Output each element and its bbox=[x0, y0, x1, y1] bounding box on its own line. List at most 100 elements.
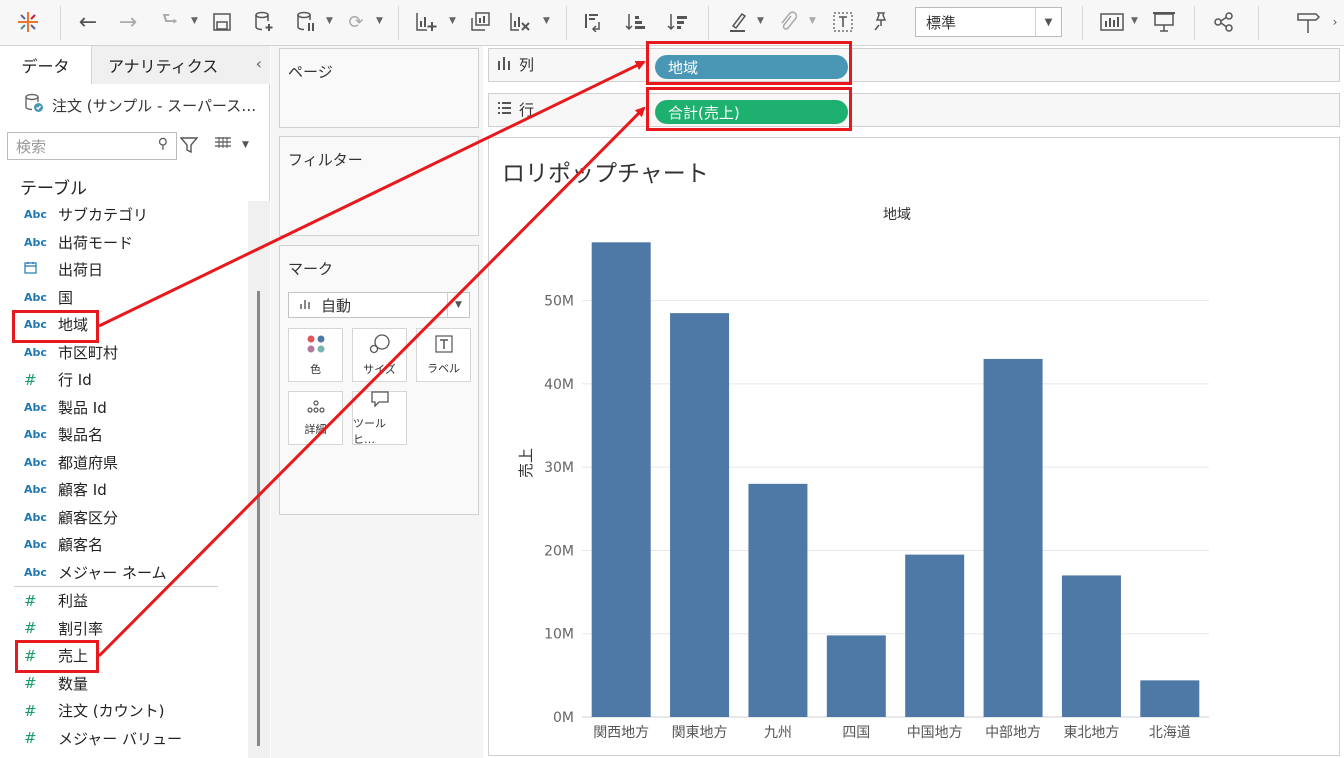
show-me-icon[interactable] bbox=[1294, 8, 1322, 36]
columns-shelf[interactable]: 列 地域 bbox=[488, 48, 1340, 82]
pages-title: ページ bbox=[288, 63, 333, 81]
chevron-right-icon[interactable]: › bbox=[1328, 8, 1342, 36]
mark-type-dropdown[interactable]: 自動 ▼ bbox=[288, 292, 470, 318]
chevron-down-icon[interactable]: ▼ bbox=[1131, 16, 1138, 26]
field-item[interactable]: Abc 地域 bbox=[0, 311, 248, 339]
field-item[interactable]: Abc メジャー ネーム bbox=[0, 559, 248, 587]
filter-icon[interactable] bbox=[179, 136, 199, 158]
x-tick-label[interactable]: 東北地方 bbox=[1063, 725, 1119, 741]
replay-icon[interactable]: ⮑ bbox=[154, 8, 186, 36]
undo-icon[interactable]: ← bbox=[74, 8, 102, 36]
save-icon[interactable] bbox=[208, 8, 236, 36]
field-item[interactable]: Abc 市区町村 bbox=[0, 339, 248, 367]
x-tick-label[interactable]: 北海道 bbox=[1149, 725, 1191, 741]
columns-pill[interactable]: 地域 bbox=[655, 55, 848, 79]
sort-descending-icon[interactable] bbox=[664, 8, 692, 36]
sort-ascending-icon[interactable] bbox=[622, 8, 650, 36]
bar[interactable] bbox=[1140, 680, 1200, 717]
chevron-down-icon[interactable]: ▼ bbox=[543, 16, 550, 26]
field-item[interactable]: # 売上 bbox=[0, 642, 248, 670]
toolbar: ← → ⮑ ▼ ▼ ⟳ ▼ ▼ ▼ ▼ ▼ 標準 ▼ ▼ › bbox=[0, 0, 1344, 46]
presentation-mode-icon[interactable] bbox=[1150, 8, 1178, 36]
group-members-icon[interactable] bbox=[774, 8, 802, 36]
bar[interactable] bbox=[670, 313, 730, 717]
bar-chart[interactable]: 0M 10M 20M 30M 40M 50M 関西地方 関東地方 九州 四国 中国地方 中部地方 東北地… bbox=[489, 138, 1341, 757]
chevron-down-icon[interactable]: ▼ bbox=[809, 16, 816, 26]
size-button[interactable]: サイズ bbox=[352, 328, 407, 382]
label-button[interactable]: ラベル bbox=[416, 328, 471, 382]
rows-pill[interactable]: 合計(売上) bbox=[655, 100, 848, 124]
x-tick-label[interactable]: 四国 bbox=[842, 725, 870, 741]
show-labels-icon[interactable] bbox=[829, 8, 857, 36]
tooltip-button[interactable]: ツールヒ… bbox=[352, 390, 407, 446]
date-type-icon bbox=[24, 261, 58, 278]
bar[interactable] bbox=[591, 242, 651, 717]
tab-analytics[interactable]: アナリティクス ‹ bbox=[91, 46, 270, 84]
x-tick-label[interactable]: 関西地方 bbox=[593, 725, 649, 741]
chevron-down-icon[interactable]: ▼ bbox=[191, 16, 198, 26]
highlight-pen-icon[interactable] bbox=[724, 8, 752, 36]
clear-sheet-icon[interactable] bbox=[506, 8, 534, 36]
x-tick-label[interactable]: 九州 bbox=[764, 725, 792, 741]
bar[interactable] bbox=[826, 635, 886, 717]
x-tick-label[interactable]: 関東地方 bbox=[672, 725, 728, 741]
field-item[interactable]: 出荷日 bbox=[0, 256, 248, 284]
field-label: 行 Id bbox=[58, 371, 92, 390]
detail-button[interactable]: 詳細 bbox=[288, 391, 343, 445]
field-item[interactable]: Abc 顧客 Id bbox=[0, 476, 248, 504]
chevron-down-icon[interactable]: ▼ bbox=[326, 16, 333, 26]
redo-icon[interactable]: → bbox=[114, 8, 142, 36]
field-item[interactable]: Abc 国 bbox=[0, 284, 248, 312]
field-item[interactable]: # 割引率 bbox=[0, 615, 248, 643]
tableau-logo-icon[interactable] bbox=[14, 8, 42, 36]
x-tick-label[interactable]: 中国地方 bbox=[907, 725, 963, 741]
pause-updates-icon[interactable] bbox=[292, 8, 320, 36]
tab-data[interactable]: データ bbox=[0, 46, 91, 84]
field-item[interactable]: Abc 顧客区分 bbox=[0, 504, 248, 532]
field-item[interactable]: Abc 顧客名 bbox=[0, 531, 248, 559]
field-label: 国 bbox=[58, 288, 74, 307]
chevron-down-icon[interactable]: ▼ bbox=[757, 16, 764, 26]
field-search-input[interactable]: 検索 ⚲ bbox=[7, 132, 177, 160]
field-item[interactable]: Abc 製品名 bbox=[0, 421, 248, 449]
chevron-down-icon[interactable]: ▼ bbox=[449, 16, 456, 26]
color-button[interactable]: 色 bbox=[288, 328, 343, 382]
chevron-down-icon[interactable]: ▼ bbox=[376, 16, 383, 26]
refresh-icon[interactable]: ⟳ bbox=[342, 8, 370, 36]
field-list: Abc サブカテゴリ Abc 出荷モード 出荷日 Abc 国 Abc 地域 Abc 市区町村 # 行 I… bbox=[0, 201, 248, 752]
field-item[interactable]: # 注文 (カウント) bbox=[0, 697, 248, 725]
field-item[interactable]: Abc 出荷モード bbox=[0, 229, 248, 257]
filters-card[interactable]: フィルター bbox=[279, 136, 479, 236]
new-datasource-icon[interactable] bbox=[250, 8, 278, 36]
pages-card[interactable]: ページ bbox=[279, 48, 479, 128]
share-icon[interactable] bbox=[1210, 8, 1238, 36]
swap-axes-icon[interactable] bbox=[580, 8, 608, 36]
string-type-icon: Abc bbox=[24, 208, 47, 222]
y-tick-label: 10M bbox=[544, 627, 574, 643]
field-item[interactable]: Abc サブカテゴリ bbox=[0, 201, 248, 229]
field-item[interactable]: # メジャー バリュー bbox=[0, 725, 248, 753]
field-label: メジャー ネーム bbox=[58, 563, 167, 582]
duplicate-icon[interactable] bbox=[466, 8, 494, 36]
chevron-down-icon[interactable]: ▼ bbox=[242, 140, 249, 150]
bar[interactable] bbox=[983, 358, 1043, 717]
rows-shelf[interactable]: 行 合計(売上) bbox=[488, 93, 1340, 127]
y-axis-label[interactable]: 売上 bbox=[515, 448, 536, 478]
collapse-pane-icon[interactable]: ‹ bbox=[256, 54, 262, 73]
bar[interactable] bbox=[905, 554, 965, 717]
new-worksheet-icon[interactable] bbox=[412, 8, 440, 36]
scrollbar-thumb[interactable] bbox=[257, 291, 260, 746]
view-list-icon[interactable] bbox=[214, 136, 232, 154]
fix-axes-icon[interactable] bbox=[866, 8, 894, 36]
datasource-item[interactable]: 注文 (サンプル - スーパース… bbox=[24, 93, 256, 117]
bar[interactable] bbox=[748, 483, 808, 717]
field-item[interactable]: # 行 Id bbox=[0, 366, 248, 394]
field-item[interactable]: # 数量 bbox=[0, 670, 248, 698]
show-cards-icon[interactable] bbox=[1098, 8, 1126, 36]
field-item[interactable]: Abc 製品 Id bbox=[0, 394, 248, 422]
field-item[interactable]: Abc 都道府県 bbox=[0, 449, 248, 477]
bar[interactable] bbox=[1061, 575, 1121, 717]
x-tick-label[interactable]: 中部地方 bbox=[985, 725, 1041, 741]
field-item[interactable]: # 利益 bbox=[0, 587, 248, 615]
fit-dropdown[interactable]: 標準 ▼ bbox=[915, 7, 1062, 37]
